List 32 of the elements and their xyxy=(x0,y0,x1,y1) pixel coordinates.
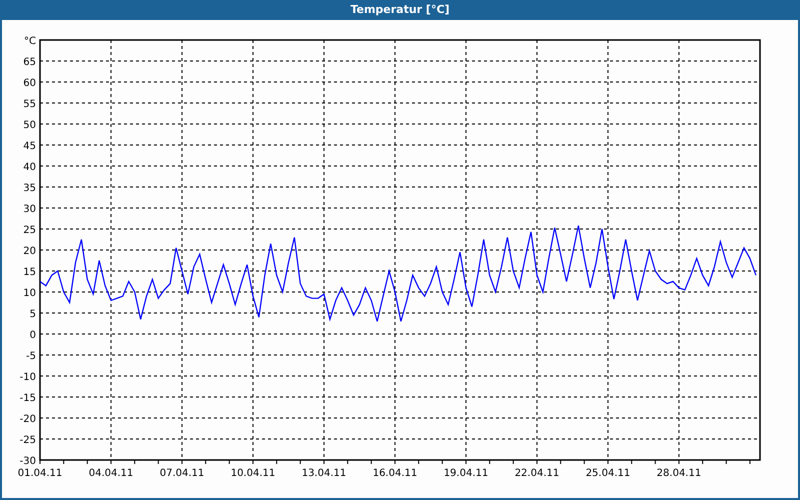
axis-tick-label: -10 xyxy=(20,372,36,383)
axis-tick-label: 65 xyxy=(23,57,36,68)
axis-tick-label: 0 xyxy=(30,330,36,341)
axis-tick-label: 40 xyxy=(23,162,36,173)
axis-tick-label: 20 xyxy=(23,246,36,257)
axis-tick-label: 25.04.11 xyxy=(586,468,630,479)
axis-tick-label: 04.04.11 xyxy=(88,468,134,479)
axis-tick-label: -15 xyxy=(20,393,36,404)
axis-tick-label: 35 xyxy=(23,183,36,194)
axis-tick-label: 28.04.11 xyxy=(656,468,702,479)
axis-tick-label: 16.04.11 xyxy=(372,468,418,479)
axis-tick-label: 22.04.11 xyxy=(514,468,560,479)
axis-tick-label: -25 xyxy=(20,435,36,446)
axis-tick-label: 13.04.11 xyxy=(302,468,346,479)
axis-tick-label: 10 xyxy=(23,288,36,299)
axis-tick-label: -30 xyxy=(20,456,36,467)
axis-tick-label: 60 xyxy=(23,78,36,89)
axis-tick-label: 30 xyxy=(23,204,36,215)
axis-tick-label: 19.04.11 xyxy=(444,468,488,479)
axis-tick-label: 25 xyxy=(23,225,36,236)
axis-tick-label: 55 xyxy=(23,99,36,110)
axis-tick-label: 45 xyxy=(23,141,36,152)
axis-tick-label: 15 xyxy=(23,267,36,278)
axis-tick-label: 5 xyxy=(30,309,36,320)
axis-tick-label: -5 xyxy=(26,351,36,362)
chart-title: Temperatur [°C] xyxy=(350,2,450,18)
axis-tick-label: -20 xyxy=(20,414,36,425)
axis-tick-label: 07.04.11 xyxy=(160,468,204,479)
axis-tick-label: 50 xyxy=(23,120,36,131)
axis-tick-label: 10.04.11 xyxy=(230,468,276,479)
axis-tick-label: 01.04.11 xyxy=(18,468,62,479)
axis-unit-label: °C xyxy=(24,36,36,47)
